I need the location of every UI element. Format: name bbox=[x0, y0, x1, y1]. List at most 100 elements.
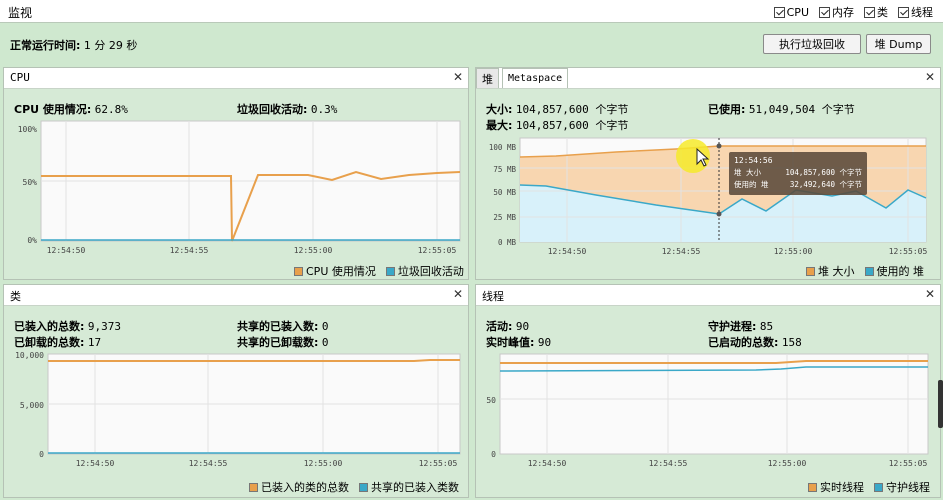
memory-xtick: 12:55:00 bbox=[774, 247, 813, 256]
legend-item: CPU 使用情况 bbox=[294, 263, 376, 279]
memory-ytick: 25 MB bbox=[493, 213, 516, 222]
legend-item: 使用的 堆 bbox=[864, 263, 924, 279]
cpu-panel-header: CPU ✕ bbox=[4, 68, 468, 89]
heap-max-value: 104,857,600 个字节 bbox=[515, 119, 629, 132]
legend-swatch bbox=[874, 482, 883, 492]
view-toggles: CPU 内存 类 线程 bbox=[773, 4, 933, 20]
cpu-usage-stat: CPU 使用情况: 62.8% bbox=[14, 101, 128, 117]
daemon-threads-label: 守护进程: bbox=[708, 320, 757, 333]
heap-size-label: 大小: bbox=[486, 103, 513, 116]
memory-ytick: 100 MB bbox=[489, 143, 517, 152]
unloaded-classes-value: 17 bbox=[87, 336, 102, 349]
legend-swatch bbox=[249, 482, 258, 492]
legend-label: 垃圾回收活动 bbox=[397, 265, 464, 278]
toggle-threads-label: 线程 bbox=[911, 6, 933, 19]
classes-ytick: 5,000 bbox=[20, 401, 44, 410]
gc-activity-stat: 垃圾回收活动: 0.3% bbox=[237, 101, 337, 117]
checkbox-icon[interactable] bbox=[773, 6, 785, 18]
checkbox-icon[interactable] bbox=[898, 6, 909, 18]
legend-label: CPU 使用情况 bbox=[306, 265, 376, 278]
memory-xtick: 12:55:05 bbox=[889, 247, 928, 256]
heap-max-stat: 最大: 104,857,600 个字节 bbox=[486, 117, 628, 133]
classes-ytick: 10,000 bbox=[15, 352, 44, 360]
legend-item: 实时线程 bbox=[808, 479, 864, 495]
scrollbar-handle[interactable] bbox=[938, 380, 943, 428]
cpu-panel-title: CPU bbox=[10, 71, 30, 84]
toggle-cpu-label: CPU bbox=[786, 5, 809, 19]
close-icon[interactable]: ✕ bbox=[925, 70, 935, 84]
legend-item: 共享的已装入类数 bbox=[359, 479, 459, 495]
memory-xtick: 12:54:55 bbox=[662, 247, 701, 256]
unloaded-classes-label: 已卸载的总数: bbox=[14, 336, 85, 349]
shared-unloaded-value: 0 bbox=[321, 336, 329, 349]
heap-size-stat: 大小: 104,857,600 个字节 bbox=[486, 101, 628, 117]
daemon-threads-value: 85 bbox=[759, 320, 774, 333]
peak-threads-value: 90 bbox=[537, 336, 552, 349]
legend-item: 堆 大小 bbox=[806, 263, 855, 279]
started-threads-stat: 已启动的总数: 158 bbox=[708, 334, 802, 350]
loaded-classes-line bbox=[48, 359, 460, 362]
legend-swatch bbox=[864, 266, 874, 276]
threads-ytick: 0 bbox=[491, 450, 496, 459]
toggle-classes-label: 类 bbox=[877, 6, 888, 19]
cpu-chart: 100% 50% 0% 12:54:50 12:54:55 12:55:00 1… bbox=[18, 120, 461, 255]
threads-xtick: 12:54:55 bbox=[649, 459, 688, 468]
uptime-label: 正常运行时间: bbox=[10, 39, 81, 52]
close-icon[interactable]: ✕ bbox=[925, 287, 935, 301]
close-icon[interactable]: ✕ bbox=[453, 70, 463, 84]
legend-swatch bbox=[294, 266, 303, 276]
started-threads-label: 已启动的总数: bbox=[708, 336, 779, 349]
shared-loaded-value: 0 bbox=[321, 320, 329, 333]
cpu-xtick: 12:54:55 bbox=[170, 246, 209, 255]
toggle-threads[interactable]: 线程 bbox=[898, 4, 933, 20]
loaded-classes-stat: 已装入的总数: 9,373 bbox=[14, 318, 121, 334]
threads-panel: 线程 ✕ 活动: 90 实时峰值: 90 守护进程: 85 已启动的总数: 15… bbox=[475, 284, 941, 498]
classes-panel: 类 ✕ 已装入的总数: 9,373 已卸载的总数: 17 共享的已装入数: 0 … bbox=[3, 284, 469, 498]
live-threads-value: 90 bbox=[515, 320, 530, 333]
tooltip-row1-value: 104,857,600 个字节 bbox=[785, 167, 862, 177]
legend-label: 实时线程 bbox=[820, 481, 864, 494]
legend-item: 已装入的类的总数 bbox=[249, 479, 349, 495]
gc-activity-label: 垃圾回收活动: bbox=[237, 103, 308, 116]
threads-chart-area bbox=[499, 353, 929, 455]
loaded-classes-value: 9,373 bbox=[87, 320, 122, 333]
heap-used-stat: 已使用: 51,049,504 个字节 bbox=[708, 101, 855, 117]
cpu-xtick: 12:55:05 bbox=[418, 246, 457, 255]
hover-point bbox=[716, 211, 722, 217]
heap-dump-button[interactable]: 堆 Dump bbox=[866, 34, 931, 54]
shared-loaded-label: 共享的已装入数: bbox=[237, 320, 319, 333]
loaded-classes-label: 已装入的总数: bbox=[14, 320, 85, 333]
memory-panel-header: 堆 Metaspace ✕ bbox=[476, 68, 940, 89]
close-icon[interactable]: ✕ bbox=[453, 287, 463, 301]
toggle-memory[interactable]: 内存 bbox=[819, 4, 854, 20]
tooltip-row1-label: 堆 大小 bbox=[734, 167, 762, 177]
tab-metaspace[interactable]: Metaspace bbox=[502, 68, 569, 88]
live-threads-label: 活动: bbox=[486, 320, 513, 333]
classes-ytick: 0 bbox=[39, 450, 44, 459]
legend-swatch bbox=[808, 482, 817, 492]
classes-xtick: 12:55:00 bbox=[304, 459, 343, 468]
classes-xtick: 12:55:05 bbox=[419, 459, 458, 468]
shared-unloaded-stat: 共享的已卸载数: 0 bbox=[237, 334, 329, 350]
daemon-threads-stat: 守护进程: 85 bbox=[708, 318, 773, 334]
legend-label: 共享的已装入类数 bbox=[371, 481, 459, 494]
heap-used-label: 已使用: bbox=[708, 103, 746, 116]
toggle-cpu[interactable]: CPU bbox=[773, 4, 809, 20]
checkbox-icon[interactable] bbox=[864, 6, 875, 18]
classes-panel-body: 已装入的总数: 9,373 已卸载的总数: 17 共享的已装入数: 0 共享的已… bbox=[4, 306, 468, 497]
tab-heap[interactable]: 堆 bbox=[476, 68, 499, 88]
legend-label: 堆 大小 bbox=[818, 265, 855, 278]
cpu-xtick: 12:54:50 bbox=[47, 246, 86, 255]
threads-xtick: 12:55:05 bbox=[889, 459, 928, 468]
cpu-ytick: 0% bbox=[27, 236, 37, 245]
cpu-panel-body: CPU 使用情况: 62.8% 垃圾回收活动: 0.3% 100% 50% 0%… bbox=[4, 89, 468, 279]
threads-xtick: 12:55:00 bbox=[768, 459, 807, 468]
checkbox-icon[interactable] bbox=[819, 6, 830, 18]
started-threads-value: 158 bbox=[781, 336, 802, 349]
tooltip-row2-label: 使用的 堆 bbox=[734, 179, 769, 189]
memory-ytick: 75 MB bbox=[493, 165, 516, 174]
toggle-classes[interactable]: 类 bbox=[864, 4, 888, 20]
shared-unloaded-label: 共享的已卸载数: bbox=[237, 336, 319, 349]
perform-gc-button[interactable]: 执行垃圾回收 bbox=[763, 34, 861, 54]
legend-item: 守护线程 bbox=[874, 479, 930, 495]
